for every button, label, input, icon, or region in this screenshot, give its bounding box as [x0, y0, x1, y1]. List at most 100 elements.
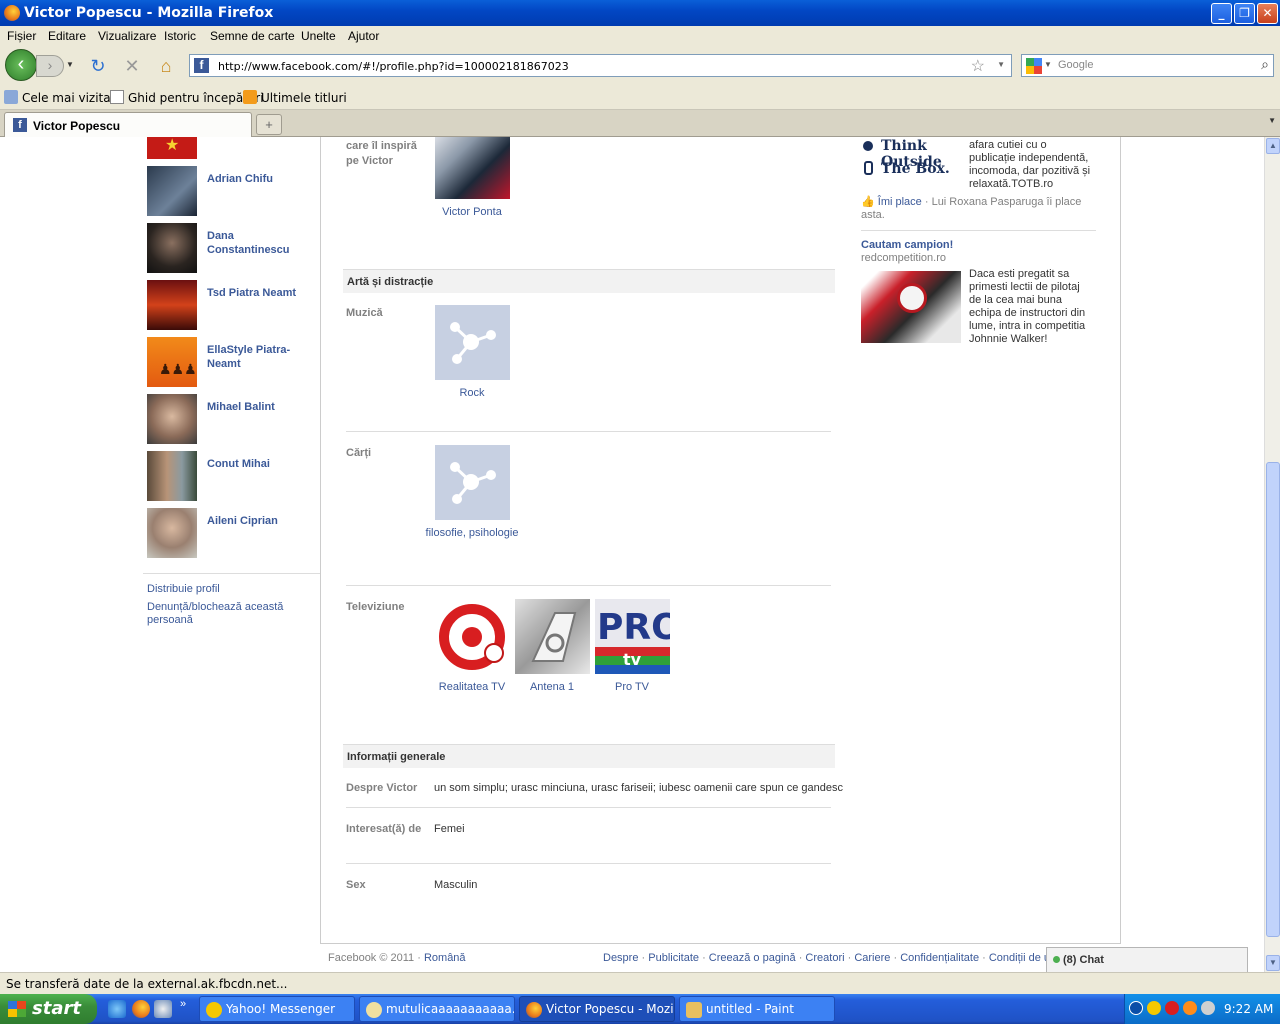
taskbar-item-label: Victor Popescu - Mozil... [546, 1002, 675, 1016]
vertical-scrollbar[interactable]: ▲ ▼ [1264, 137, 1280, 972]
rock-page-thumbnail[interactable] [435, 305, 510, 380]
friend-name[interactable]: Conut Mihai [207, 457, 307, 471]
friend-avatar[interactable] [147, 223, 197, 273]
quick-launch-more-icon[interactable]: » [180, 998, 186, 1010]
reload-icon[interactable]: ↻ [87, 55, 109, 77]
menu-help[interactable]: Ajutor [348, 29, 379, 43]
friend-avatar[interactable]: ★ [147, 137, 197, 159]
window-title: Victor Popescu - Mozilla Firefox [24, 5, 274, 21]
friend-avatar[interactable] [147, 394, 197, 444]
taskbar-yahoo-messenger[interactable]: Yahoo! Messenger [199, 996, 355, 1022]
ad1-like-link[interactable]: Îmi place [878, 196, 922, 208]
taskbar-paint-window[interactable]: untitled - Paint [679, 996, 835, 1022]
friend-avatar[interactable] [147, 280, 197, 330]
search-engine-dropdown-icon[interactable]: ▼ [1044, 60, 1052, 69]
menu-tools[interactable]: Unelte [301, 29, 336, 43]
realitatea-tv-logo-icon [439, 604, 505, 670]
friend-avatar[interactable]: ♟♟♟ [147, 337, 197, 387]
tab-victor-popescu[interactable]: f Victor Popescu [4, 112, 252, 137]
url-dropdown-icon[interactable]: ▼ [997, 60, 1005, 69]
scrollbar-thumb[interactable] [1266, 462, 1280, 937]
content-bottom-divider [320, 943, 1121, 944]
friend-avatar[interactable] [147, 166, 197, 216]
footer-careers-link[interactable]: Cariere [854, 952, 890, 964]
friend-name[interactable]: Adrian Chifu [207, 172, 307, 186]
new-tab-button[interactable]: + [256, 114, 282, 135]
footer-privacy-link[interactable]: Confidențialitate [900, 952, 979, 964]
music-item-link[interactable]: Rock [422, 386, 522, 400]
url-text[interactable]: http://www.facebook.com/#!/profile.php?i… [218, 60, 569, 73]
menu-file[interactable]: Fișier [7, 29, 36, 43]
friend-name[interactable]: EllaStyle Piatra-Neamt [207, 343, 307, 371]
url-bar[interactable]: f http://www.facebook.com/#!/profile.php… [189, 54, 1012, 77]
bookmark-most-visited[interactable]: Cele mai vizitate [4, 90, 123, 105]
tab-list-dropdown-icon[interactable]: ▼ [1268, 116, 1276, 125]
friend-name[interactable]: Mihael Balint [207, 400, 307, 414]
realitatea-tv-logo[interactable] [435, 599, 510, 674]
tv-item-link[interactable]: Pro TV [582, 680, 682, 694]
friend-name[interactable]: Aileni Ciprian [207, 514, 307, 528]
ad2-image[interactable] [861, 271, 961, 343]
tray-icon[interactable] [1183, 1001, 1197, 1015]
page-placeholder-icon [450, 462, 496, 504]
firefox-icon[interactable] [132, 1000, 150, 1018]
footer-language-link[interactable]: Română [424, 952, 466, 964]
pro-tv-logo[interactable]: PRO tv [595, 599, 682, 674]
maximize-button[interactable]: ❐ [1234, 3, 1255, 24]
antena-1-logo[interactable] [515, 599, 590, 674]
footer-about-link[interactable]: Despre [603, 952, 638, 964]
footer-developers-link[interactable]: Creatori [805, 952, 844, 964]
search-input[interactable]: Google [1058, 59, 1093, 71]
quick-launch-icon[interactable] [154, 1000, 172, 1018]
friend-avatar[interactable] [147, 451, 197, 501]
taskbar-firefox-window[interactable]: Victor Popescu - Mozil... [519, 996, 675, 1022]
page-content: ★ Adrian Chifu Dana Constantinescu Tsd P… [0, 137, 1264, 972]
chat-bar[interactable]: (8) Chat [1046, 947, 1248, 972]
tray-expand-icon[interactable] [1129, 1001, 1143, 1015]
back-button[interactable]: ‹ [5, 49, 37, 81]
victor-ponta-photo[interactable] [435, 137, 510, 199]
yahoo-messenger-icon [206, 1002, 222, 1018]
like-icon[interactable]: 👍 [861, 196, 875, 208]
footer-terms-link[interactable]: Condiții de ut [989, 952, 1053, 964]
volume-tray-icon[interactable] [1201, 1001, 1215, 1015]
friend-avatar[interactable] [147, 508, 197, 558]
home-icon[interactable]: ⌂ [155, 55, 177, 77]
share-profile-link[interactable]: Distribuie profil [147, 583, 220, 596]
antivirus-tray-icon[interactable] [1165, 1001, 1179, 1015]
start-button[interactable]: start [0, 994, 97, 1024]
report-block-link[interactable]: Denunță/blochează această persoană [147, 601, 297, 627]
history-dropdown-icon[interactable]: ▼ [66, 60, 74, 69]
internet-explorer-icon[interactable] [108, 1000, 126, 1018]
friend-name[interactable]: Dana Constantinescu [207, 229, 307, 257]
google-icon[interactable] [1026, 58, 1042, 74]
page-placeholder-icon [450, 322, 496, 364]
taskbar-chat-window[interactable]: mutulicaaaaaaaaaaa... [359, 996, 515, 1022]
yahoo-tray-icon[interactable] [1147, 1001, 1161, 1015]
scroll-down-icon[interactable]: ▼ [1266, 955, 1280, 971]
close-button[interactable]: ✕ [1257, 3, 1278, 24]
books-item-link[interactable]: filosofie, psihologie [422, 526, 522, 540]
menu-history[interactable]: Istoric [164, 29, 196, 43]
footer-advertising-link[interactable]: Publicitate [648, 952, 699, 964]
stop-icon[interactable]: ✕ [121, 55, 143, 77]
search-bar[interactable]: ▼ Google ⌕ [1021, 54, 1274, 77]
bookmark-star-icon[interactable]: ☆ [971, 56, 985, 76]
bookmark-getting-started[interactable]: Ghid pentru începători [110, 90, 264, 105]
interested-in-label: Interesat(ă) de [346, 823, 422, 835]
scroll-up-icon[interactable]: ▲ [1266, 138, 1280, 154]
menu-view[interactable]: Vizualizare [98, 29, 156, 43]
minimize-button[interactable]: _ [1211, 3, 1232, 24]
ad2-title-link[interactable]: Cautam campion! [861, 239, 953, 251]
friend-name[interactable]: Tsd Piatra Neamt [207, 286, 307, 300]
menu-bookmarks[interactable]: Semne de carte [210, 29, 295, 43]
search-icon[interactable]: ⌕ [1261, 56, 1269, 73]
menu-edit[interactable]: Editare [48, 29, 86, 43]
inspire-person-link[interactable]: Victor Ponta [422, 205, 522, 219]
footer-create-page-link[interactable]: Creează o pagină [709, 952, 796, 964]
books-page-thumbnail[interactable] [435, 445, 510, 520]
forward-button[interactable]: › [36, 55, 64, 77]
pro-tv-logo-icon: PRO tv [595, 599, 682, 674]
totb-ad-logo[interactable]: Think Outside The Box. [861, 137, 961, 181]
bookmark-latest-headlines[interactable]: Ultimele titluri [243, 90, 347, 105]
